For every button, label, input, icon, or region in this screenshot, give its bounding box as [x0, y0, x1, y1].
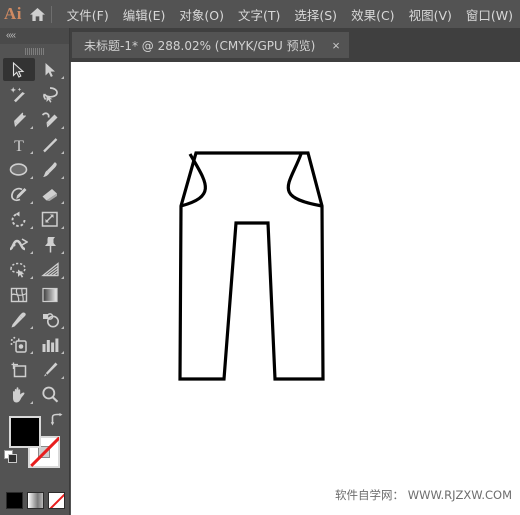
document-tab-title: 未标题-1* @ 288.02% (CMYK/GPU 预览) — [84, 38, 316, 53]
tool-flyout-corner-icon — [29, 201, 33, 204]
free-transform-tool[interactable] — [35, 233, 67, 256]
tools-panel: «« T — [0, 28, 70, 515]
fill-stroke-swatches — [0, 412, 69, 472]
hand-tool[interactable] — [3, 383, 35, 406]
eyedropper-tool[interactable] — [3, 308, 35, 331]
gradient-tool[interactable] — [35, 283, 67, 306]
none-mode-button[interactable] — [47, 492, 65, 509]
gradient-mode-button[interactable] — [26, 492, 44, 509]
illustrator-window: Ai 文件(F) 编辑(E) 对象(O) 文字(T) 选择(S) 效果(C) 视… — [0, 0, 520, 515]
ellipse-tool[interactable] — [3, 158, 35, 181]
menu-effect[interactable]: 效果(C) — [344, 3, 401, 26]
curvature-tool[interactable] — [35, 108, 67, 131]
menu-edit[interactable]: 编辑(E) — [116, 3, 173, 26]
color-mode-button[interactable] — [5, 492, 23, 509]
tool-flyout-corner-icon — [29, 276, 33, 279]
shape-builder-tool[interactable] — [3, 258, 35, 281]
slice-tool[interactable] — [35, 358, 67, 381]
tool-flyout-corner-icon — [61, 351, 64, 354]
tool-flyout-corner-icon — [29, 251, 33, 254]
zoom-tool[interactable] — [35, 383, 67, 406]
rotate-tool[interactable] — [3, 208, 35, 231]
tool-flyout-corner-icon — [61, 126, 64, 129]
type-tool[interactable]: T — [3, 133, 35, 156]
menu-items: 文件(F) 编辑(E) 对象(O) 文字(T) 选择(S) 效果(C) 视图(V… — [60, 3, 520, 26]
menu-bar: Ai 文件(F) 编辑(E) 对象(O) 文字(T) 选择(S) 效果(C) 视… — [0, 0, 520, 28]
direct-selection-tool[interactable] — [35, 58, 67, 81]
paintbrush-tool[interactable] — [35, 158, 67, 181]
app-logo: Ai — [4, 4, 23, 23]
tool-flyout-corner-icon — [29, 151, 33, 154]
blend-tool[interactable] — [35, 308, 67, 331]
menu-separator — [51, 5, 52, 23]
perspective-grid-tool[interactable] — [35, 258, 67, 281]
magic-wand-tool[interactable] — [3, 83, 35, 106]
trousers-line-drawing[interactable] — [71, 62, 520, 515]
document-tab[interactable]: 未标题-1* @ 288.02% (CMYK/GPU 预览) × — [72, 32, 349, 58]
canvas-area[interactable]: 软件自学网： WWW.RJZXW.COM — [71, 62, 520, 515]
lasso-tool[interactable] — [35, 83, 67, 106]
tool-flyout-corner-icon — [61, 326, 64, 329]
menu-object[interactable]: 对象(O) — [172, 3, 231, 26]
default-fill-stroke-icon[interactable] — [4, 450, 18, 469]
tool-flyout-corner-icon — [61, 76, 64, 79]
column-graph-tool[interactable] — [35, 333, 67, 356]
home-icon[interactable] — [26, 7, 49, 22]
eraser-tool[interactable] — [35, 183, 67, 206]
symbol-sprayer-tool[interactable] — [3, 333, 35, 356]
close-icon[interactable]: × — [329, 39, 343, 52]
artboard-tool[interactable] — [3, 358, 35, 381]
tool-flyout-corner-icon — [29, 126, 33, 129]
menu-select[interactable]: 选择(S) — [287, 3, 344, 26]
swap-fill-stroke-icon[interactable] — [49, 413, 63, 431]
tool-grid: T — [0, 58, 69, 406]
tool-flyout-corner-icon — [61, 201, 64, 204]
panel-drag-grip[interactable] — [0, 44, 69, 58]
mesh-tool[interactable] — [3, 283, 35, 306]
line-segment-tool[interactable] — [35, 133, 67, 156]
width-tool[interactable] — [3, 233, 35, 256]
tool-flyout-corner-icon — [29, 176, 33, 179]
menu-window[interactable]: 窗口(W) — [459, 3, 520, 26]
tool-flyout-corner-icon — [29, 226, 33, 229]
document-tab-bar: 未标题-1* @ 288.02% (CMYK/GPU 预览) × — [0, 28, 520, 62]
fill-swatch[interactable] — [9, 416, 41, 448]
tool-flyout-corner-icon — [61, 226, 64, 229]
svg-text:T: T — [14, 138, 24, 153]
scale-tool[interactable] — [35, 208, 67, 231]
tool-flyout-corner-icon — [29, 401, 33, 404]
tool-flyout-corner-icon — [61, 176, 64, 179]
pen-tool[interactable] — [3, 108, 35, 131]
tool-flyout-corner-icon — [61, 151, 64, 154]
tool-flyout-corner-icon — [61, 376, 64, 379]
shaper-tool[interactable] — [3, 183, 35, 206]
watermark-text: 软件自学网： WWW.RJZXW.COM — [335, 488, 512, 502]
color-mode-buttons — [0, 492, 70, 509]
menu-type[interactable]: 文字(T) — [231, 3, 287, 26]
menu-view[interactable]: 视图(V) — [402, 3, 459, 26]
tool-flyout-corner-icon — [29, 326, 33, 329]
tool-flyout-corner-icon — [61, 276, 64, 279]
tool-flyout-corner-icon — [61, 251, 64, 254]
menu-file[interactable]: 文件(F) — [60, 3, 116, 26]
tool-flyout-corner-icon — [29, 351, 33, 354]
selection-tool[interactable] — [3, 58, 35, 81]
collapse-panel-button[interactable]: «« — [0, 28, 69, 44]
